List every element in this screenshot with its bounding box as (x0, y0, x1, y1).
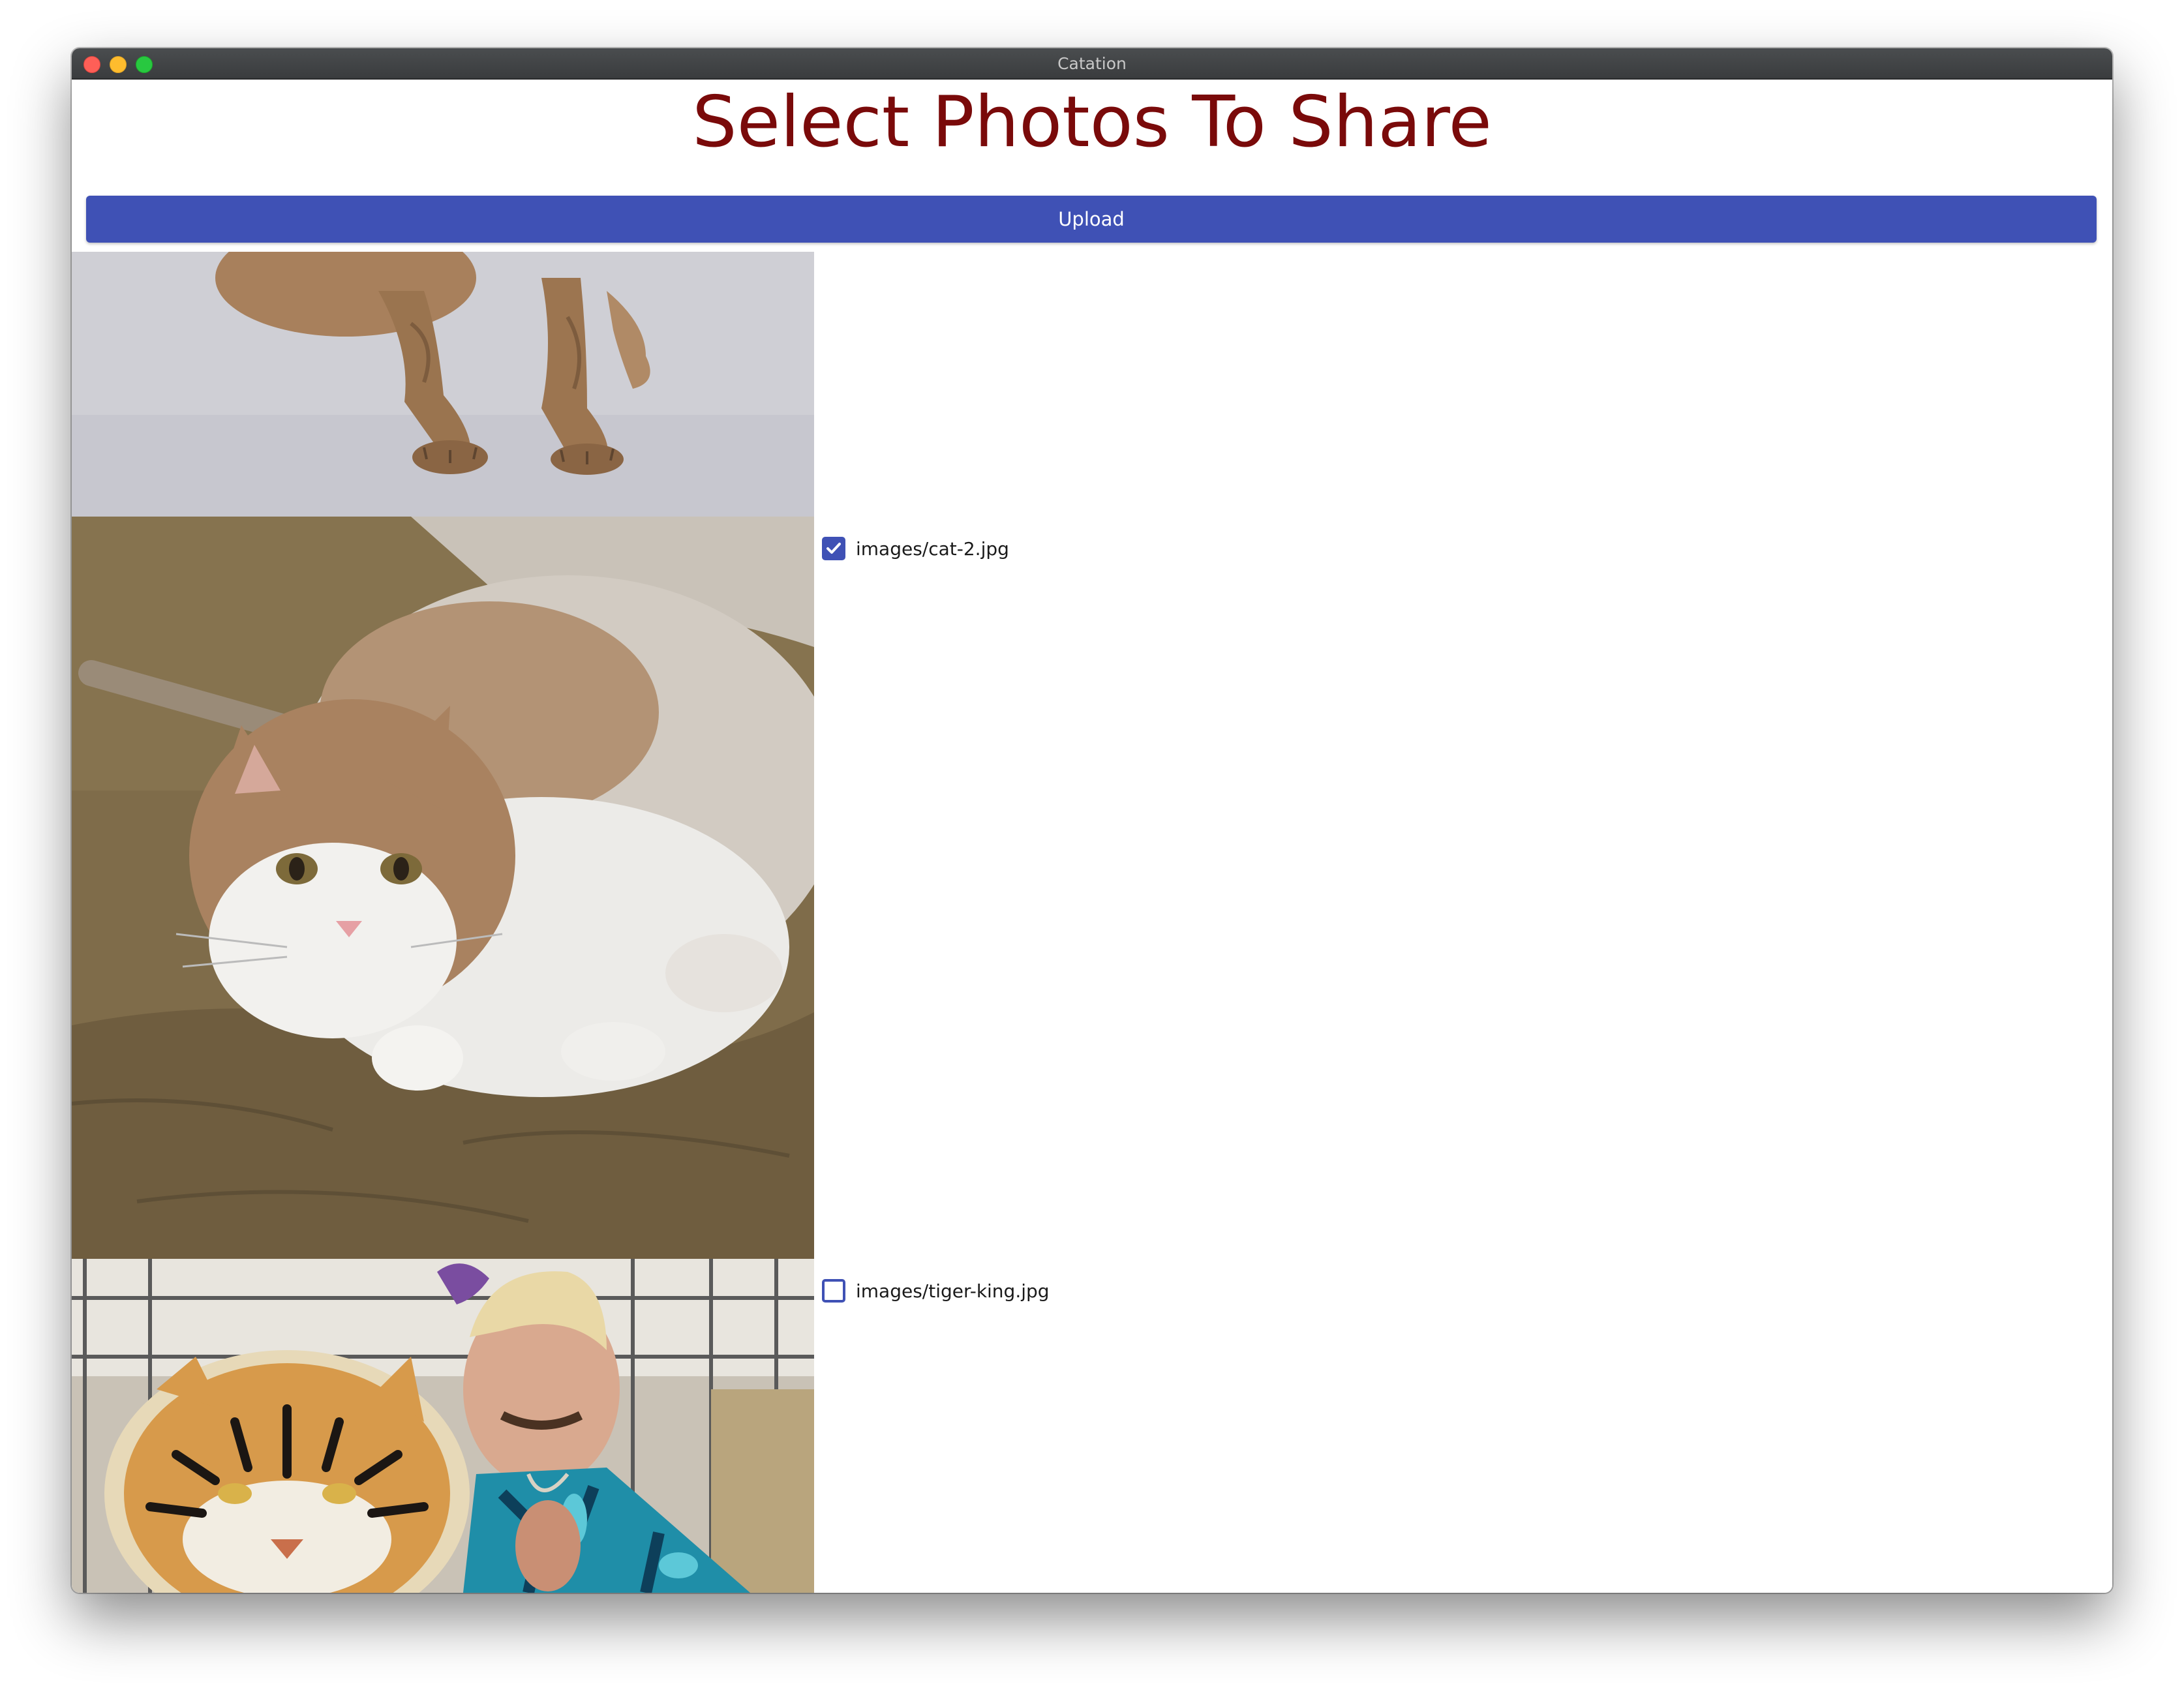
title-bar[interactable]: Catation (72, 48, 2112, 80)
photo-cat-2[interactable] (72, 517, 814, 1259)
photo-tiger-king[interactable] (72, 1259, 814, 1593)
cat-paws-image (72, 252, 814, 517)
photo-filename: images/cat-2.jpg (856, 537, 1009, 560)
tiger-king-image (72, 1259, 814, 1593)
main-content[interactable]: Select Photos To Share Upload images/cat… (72, 80, 2112, 1593)
app-window: Catation Select Photos To Share Upload i… (72, 48, 2112, 1593)
upload-button[interactable]: Upload (86, 196, 2097, 243)
list-item-tiger-king: images/tiger-king.jpg (822, 1277, 1050, 1304)
page-title: Select Photos To Share (692, 82, 1492, 163)
cat-2-image (72, 517, 814, 1259)
window-title: Catation (1057, 54, 1127, 73)
photo-filename: images/tiger-king.jpg (856, 1280, 1050, 1302)
photo-checkbox[interactable] (822, 537, 845, 560)
photo-cat-1[interactable] (72, 252, 814, 517)
checkmark-icon (827, 543, 841, 554)
desktop-background: Catation Select Photos To Share Upload i… (0, 0, 2184, 1688)
list-item-cat-2: images/cat-2.jpg (822, 535, 1009, 562)
photo-checkbox[interactable] (822, 1279, 845, 1303)
